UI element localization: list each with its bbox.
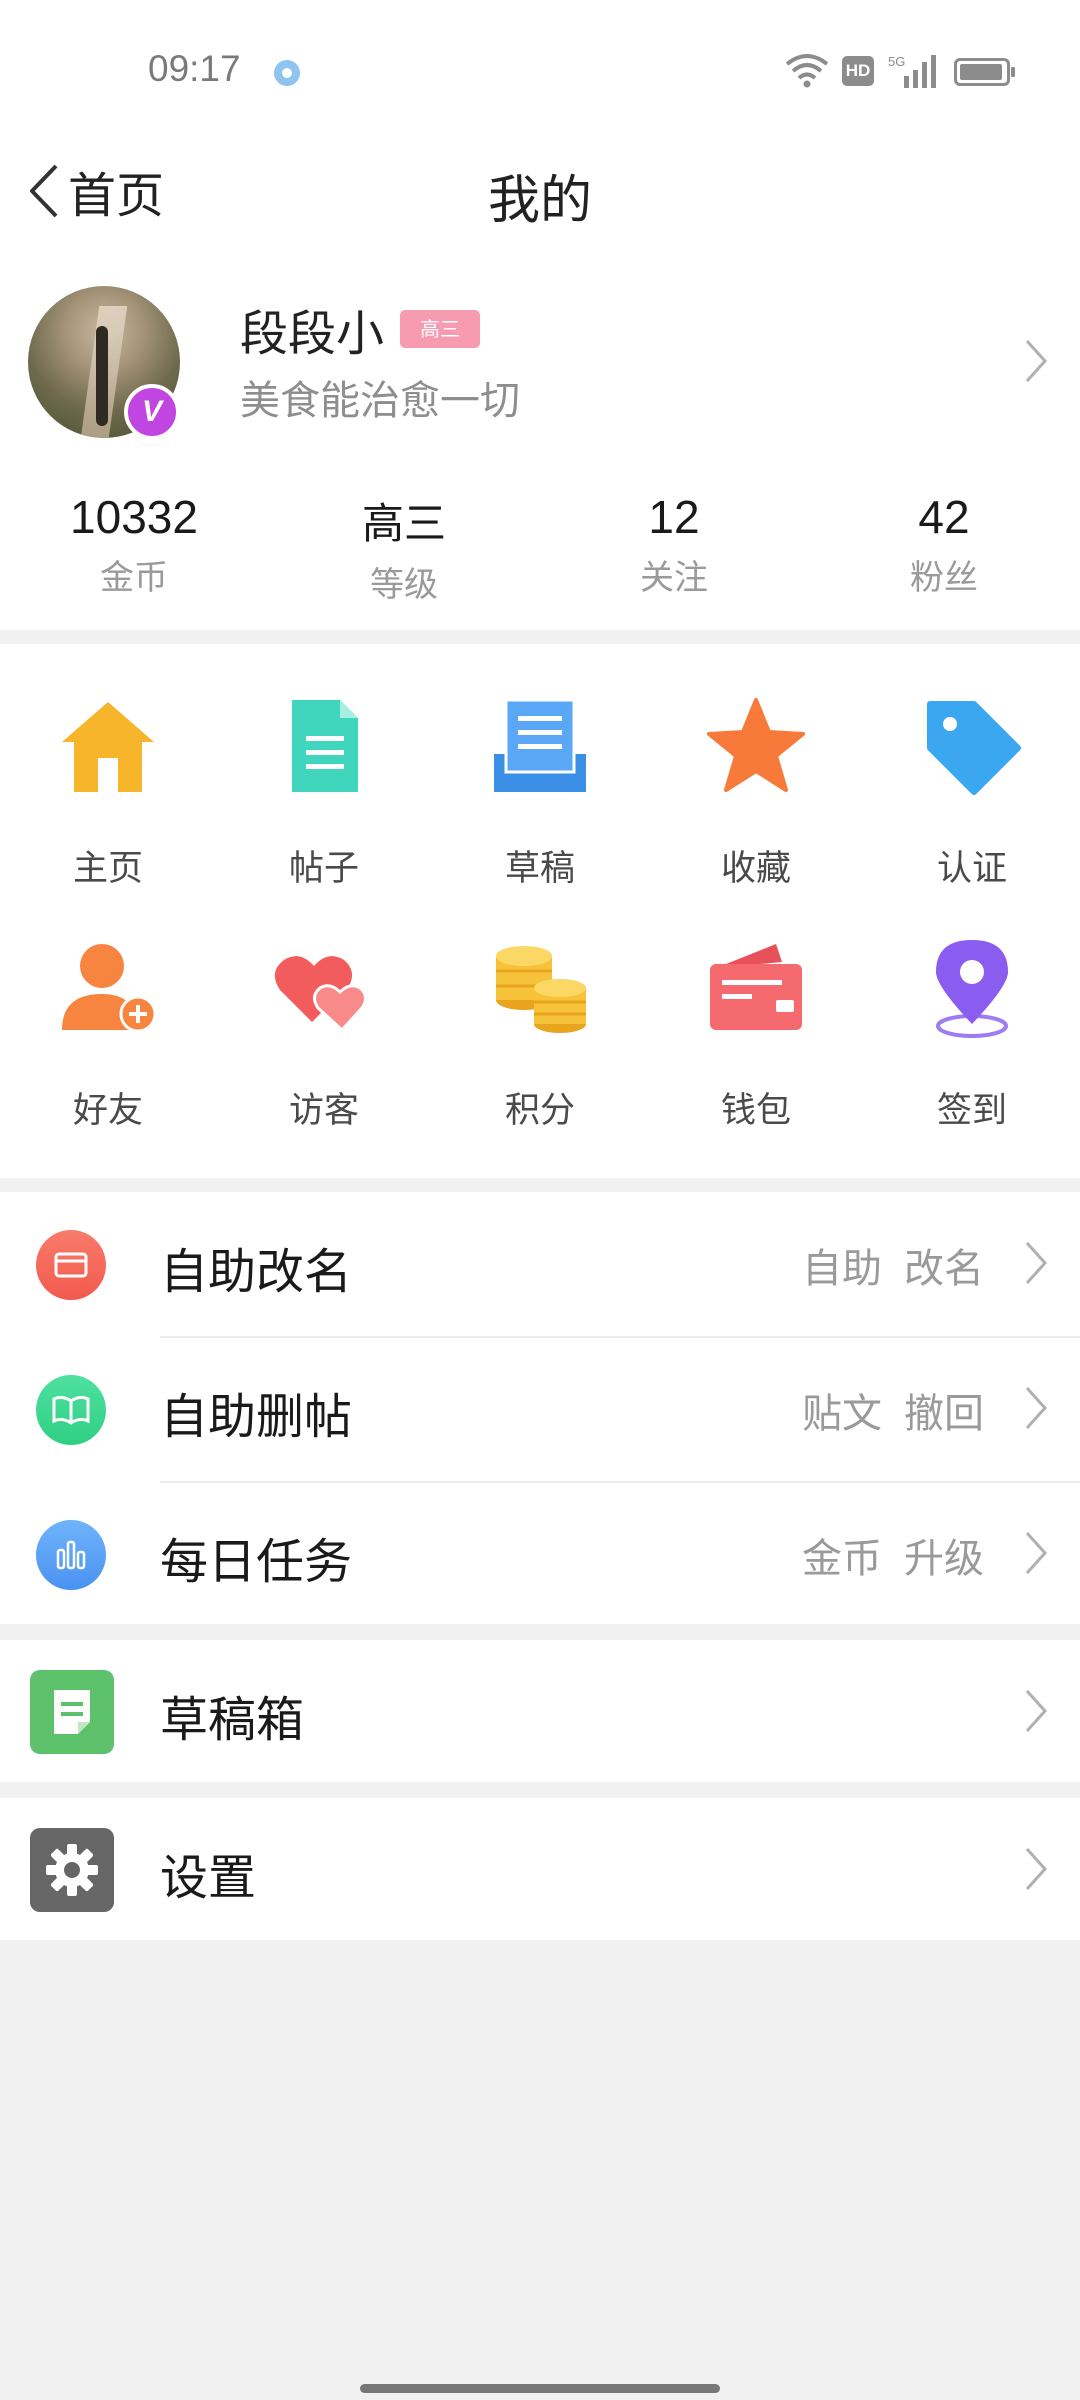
- grid-item-home[interactable]: 主页: [0, 644, 216, 889]
- list-item-delete-post[interactable]: 自助删帖 贴文 撤回: [0, 1337, 1080, 1482]
- list-tags: 贴文 撤回: [780, 1381, 984, 1439]
- list-tag: 自助: [802, 1246, 882, 1292]
- list-item-settings[interactable]: 设置: [0, 1798, 1080, 1940]
- home-icon: [62, 702, 154, 792]
- grid-label: 钱包: [720, 1091, 791, 1131]
- network-label: 5G: [888, 54, 905, 69]
- level-tag: 高三: [400, 310, 480, 348]
- book-icon: [36, 1375, 106, 1445]
- notification-dot-icon: [274, 60, 300, 86]
- list-tags: 金币 升级: [780, 1526, 984, 1584]
- grid-label: 收藏: [720, 849, 791, 889]
- list-title: 草稿箱: [160, 1692, 305, 1748]
- grid-item-points[interactable]: 积分: [432, 886, 648, 1131]
- grid-label: 帖子: [288, 849, 359, 889]
- grid-item-visitors[interactable]: 访客: [216, 886, 432, 1131]
- service-list: 自助改名 自助 改名 自助删帖 贴文 撤回 每日任务 金币 升级: [0, 1192, 1080, 1624]
- grid-item-posts[interactable]: 帖子: [216, 644, 432, 889]
- grid-label: 签到: [936, 1091, 1007, 1131]
- battery-icon: [954, 58, 1015, 86]
- vip-badge-icon: V: [124, 384, 180, 440]
- stat-label: 金币: [100, 558, 168, 598]
- add-friend-icon: [62, 944, 157, 1033]
- stats-row: 10332 金币 高三 等级 12 关注 42 粉丝: [0, 490, 1080, 605]
- grid-item-wallet[interactable]: 钱包: [648, 886, 864, 1131]
- chevron-right-icon: [1025, 1531, 1048, 1575]
- list-tag: 撤回: [904, 1391, 984, 1437]
- stat-following[interactable]: 12 关注: [574, 490, 774, 599]
- document-icon: [292, 700, 358, 792]
- stat-value: 12: [648, 491, 700, 543]
- list-tag: 改名: [904, 1246, 984, 1292]
- list-tag: 升级: [904, 1536, 984, 1582]
- stat-coins[interactable]: 10332 金币: [34, 490, 234, 599]
- card-icon: [36, 1230, 106, 1300]
- stat-value: 高三: [361, 499, 446, 548]
- list-title: 每日任务: [160, 1534, 353, 1590]
- chevron-right-icon: [1025, 1386, 1048, 1430]
- stat-value: 10332: [70, 491, 198, 543]
- settings-section: 设置: [0, 1798, 1080, 1940]
- status-bar: 09:17 HD 5G: [0, 0, 1080, 140]
- stat-level[interactable]: 高三 等级: [304, 490, 504, 606]
- list-title: 自助改名: [160, 1244, 353, 1300]
- gear-icon: [30, 1828, 114, 1912]
- star-icon: [707, 698, 805, 792]
- grid-label: 访客: [288, 1091, 359, 1131]
- avatar-photo-shadow: [96, 326, 108, 426]
- username: 段段小: [240, 306, 385, 362]
- list-tag: 金币: [802, 1536, 882, 1582]
- list-tags: 自助 改名: [780, 1236, 984, 1294]
- chevron-right-icon: [1025, 1689, 1048, 1733]
- list-title: 设置: [160, 1850, 257, 1906]
- list-title: 自助删帖: [160, 1389, 353, 1445]
- hd-icon: HD: [842, 56, 874, 86]
- grid-item-checkin[interactable]: 签到: [864, 886, 1080, 1131]
- page-title: 我的: [487, 171, 592, 231]
- grid-label: 主页: [72, 849, 143, 889]
- grid-item-drafts[interactable]: 草稿: [432, 644, 648, 889]
- list-tag: 贴文: [802, 1391, 882, 1437]
- grid-label: 好友: [72, 1091, 143, 1131]
- stat-label: 等级: [370, 565, 438, 605]
- location-pin-icon: [936, 940, 1008, 1038]
- coins-icon: [496, 946, 586, 1033]
- grid-label: 认证: [936, 849, 1007, 889]
- grid-item-favorites[interactable]: 收藏: [648, 644, 864, 889]
- chevron-right-icon: [1025, 339, 1048, 383]
- header: 首页 我的: [0, 140, 1080, 250]
- status-time: 09:17: [148, 48, 241, 89]
- list-item-drafts-box[interactable]: 草稿箱: [0, 1640, 1080, 1782]
- stat-fans[interactable]: 42 粉丝: [844, 490, 1044, 599]
- chevron-right-icon: [1025, 1847, 1048, 1891]
- user-bio: 美食能治愈一切: [240, 378, 520, 424]
- hearts-icon: [274, 956, 367, 1033]
- wallet-icon: [710, 944, 802, 1030]
- wifi-icon: [785, 54, 829, 88]
- home-indicator[interactable]: [360, 2384, 720, 2393]
- drafts-section: 草稿箱: [0, 1640, 1080, 1782]
- stat-label: 关注: [640, 558, 708, 598]
- grid-label: 积分: [504, 1091, 575, 1131]
- draft-box-icon: [30, 1670, 114, 1754]
- draft-tray-icon: [494, 698, 586, 792]
- list-item-daily-tasks[interactable]: 每日任务 金币 升级: [0, 1482, 1080, 1627]
- grid-label: 草稿: [504, 849, 575, 889]
- list-item-rename[interactable]: 自助改名 自助 改名: [0, 1192, 1080, 1337]
- grid-item-friends[interactable]: 好友: [0, 886, 216, 1131]
- tag-icon: [927, 701, 1021, 795]
- stat-value: 42: [918, 491, 970, 543]
- stat-label: 粉丝: [910, 558, 978, 598]
- bar-chart-icon: [36, 1520, 106, 1590]
- chevron-right-icon: [1025, 1241, 1048, 1285]
- grid-item-verify[interactable]: 认证: [864, 644, 1080, 889]
- signal-icon: 5G: [888, 54, 936, 88]
- profile-card[interactable]: V 段段小 高三 美食能治愈一切: [0, 282, 1080, 442]
- feature-grid: 主页 帖子 草稿 收藏 认证 好友 访客 积分 钱包 签到: [0, 644, 1080, 1178]
